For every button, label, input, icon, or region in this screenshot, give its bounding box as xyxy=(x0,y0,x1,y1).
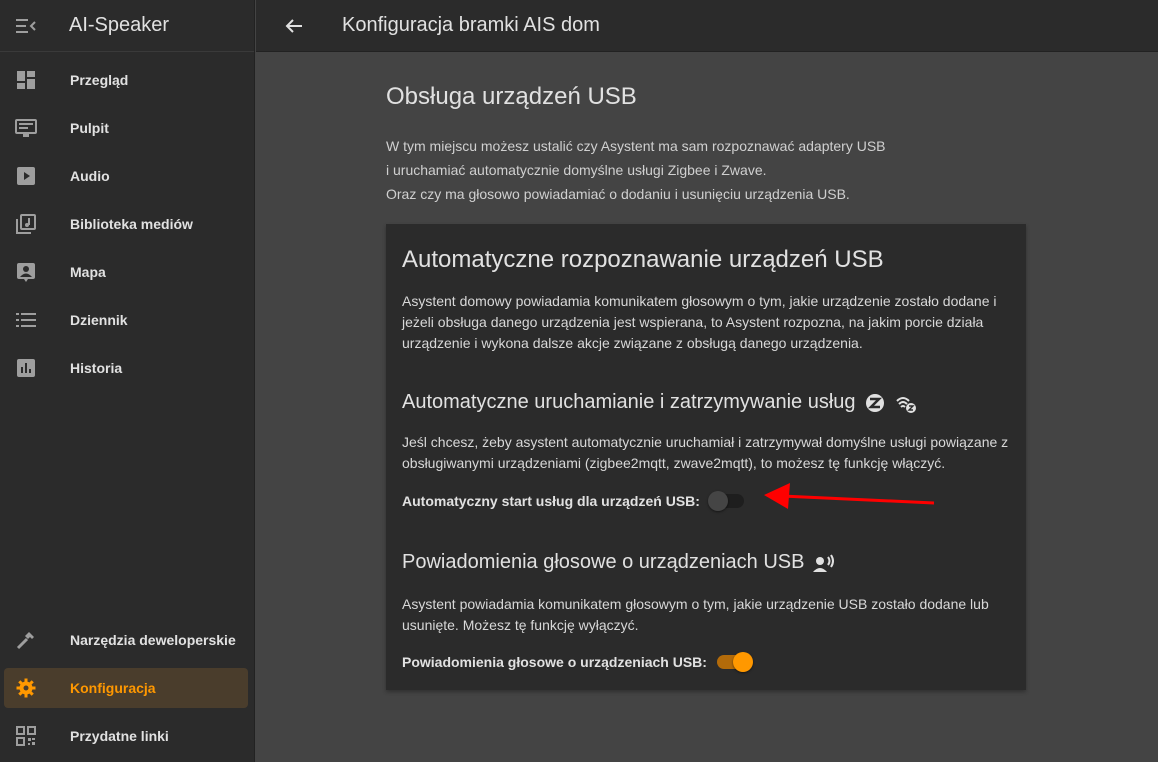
sidebar-header: AI-Speaker xyxy=(0,0,254,52)
auto-start-switch[interactable] xyxy=(707,491,746,511)
section-title-voice-notifications: Powiadomienia głosowe o urządzeniach USB xyxy=(402,551,836,574)
section-text-auto-services: Jeśl chcesz, żeby asystent automatycznie… xyxy=(402,434,1009,471)
arrow-left-icon xyxy=(285,18,302,33)
settings-card: Automatyczne rozpoznawanie urządzeń USB … xyxy=(386,224,1026,690)
sidebar-item-historia[interactable]: Historia xyxy=(4,348,248,388)
intro-line: i uruchamiać automatycznie domyślne usłu… xyxy=(386,162,767,178)
monitor-icon xyxy=(4,108,48,148)
sidebar-item-label: Narzędzia deweloperskie xyxy=(70,632,236,648)
hammer-icon xyxy=(4,620,48,660)
intro-line: Oraz czy ma głosowo powiadamiać o dodani… xyxy=(386,186,850,202)
chart-box-icon xyxy=(4,348,48,388)
sidebar-item-narzedzia-deweloperskie[interactable]: Narzędzia deweloperskie xyxy=(4,620,248,660)
gear-icon xyxy=(4,668,48,708)
sidebar-item-label: Dziennik xyxy=(70,312,128,328)
sidebar-item-label: Przydatne linki xyxy=(70,728,169,744)
voice-notifications-switch-label: Powiadomienia głosowe o urządzeniach USB… xyxy=(402,654,707,670)
format-list-icon xyxy=(4,300,48,340)
section-title-text: Powiadomienia głosowe o urządzeniach USB xyxy=(402,551,805,573)
switch-thumb xyxy=(707,491,728,511)
card-description: Asystent domowy powiadamia komunikatem g… xyxy=(402,293,997,351)
page-title: Obsługa urządzeń USB xyxy=(386,83,637,110)
qrcode-icon xyxy=(4,716,48,756)
card-title: Automatyczne rozpoznawanie urządzeń USB xyxy=(402,246,884,273)
annotation-arrow xyxy=(764,483,935,509)
section-text-voice-notifications: Asystent powiadamia komunikatem głosowym… xyxy=(402,596,989,633)
sidebar-item-label: Przegląd xyxy=(70,72,129,88)
voice-notifications-setting-row: Powiadomienia głosowe o urządzeniach USB… xyxy=(402,652,753,672)
account-box-icon xyxy=(4,252,48,292)
sidebar-item-label: Historia xyxy=(70,360,123,376)
sidebar-item-pulpit[interactable]: Pulpit xyxy=(4,108,248,148)
back-button[interactable] xyxy=(274,6,314,46)
voice-notifications-switch[interactable] xyxy=(715,652,753,672)
sidebar-item-przeglad[interactable]: Przegląd xyxy=(4,60,248,100)
sidebar-item-label: Audio xyxy=(70,168,110,184)
sidebar-item-konfiguracja[interactable]: Konfiguracja xyxy=(4,668,248,708)
sidebar-item-mapa[interactable]: Mapa xyxy=(4,252,248,292)
page-header-title: Konfiguracja bramki AIS dom xyxy=(342,14,600,36)
intro-line: W tym miejscu możesz ustalić czy Asysten… xyxy=(386,138,886,154)
account-voice-icon xyxy=(812,553,836,573)
menu-collapse-icon xyxy=(16,18,36,33)
music-library-icon xyxy=(4,204,48,244)
app-title: AI-Speaker xyxy=(69,14,170,36)
dashboard-icon xyxy=(4,60,48,100)
auto-start-switch-label: Automatyczny start usług dla urządzeń US… xyxy=(402,493,700,509)
zwave-icon xyxy=(894,392,918,414)
intro-text: W tym miejscu możesz ustalić czy Asysten… xyxy=(386,134,946,206)
play-box-icon xyxy=(4,156,48,196)
sidebar-item-label: Pulpit xyxy=(70,120,109,136)
zigbee-icon xyxy=(864,392,886,414)
switch-thumb xyxy=(732,652,753,672)
top-app-bar: Konfiguracja bramki AIS dom xyxy=(256,0,1158,52)
sidebar-item-biblioteka-mediow[interactable]: Biblioteka mediów xyxy=(4,204,248,244)
sidebar: AI-Speaker Przegląd Pulpit Audio Bibliot… xyxy=(0,0,255,762)
auto-start-setting-row: Automatyczny start usług dla urządzeń US… xyxy=(402,491,746,511)
section-title-auto-services: Automatyczne uruchamianie i zatrzymywani… xyxy=(402,391,918,414)
sidebar-item-label: Biblioteka mediów xyxy=(70,216,193,232)
section-title-text: Automatyczne uruchamianie i zatrzymywani… xyxy=(402,391,856,413)
sidebar-item-label: Mapa xyxy=(70,264,106,280)
sidebar-item-dziennik[interactable]: Dziennik xyxy=(4,300,248,340)
sidebar-item-przydatne-linki[interactable]: Przydatne linki xyxy=(4,716,248,756)
menu-toggle-button[interactable] xyxy=(0,0,52,52)
sidebar-item-label: Konfiguracja xyxy=(70,680,156,696)
sidebar-item-audio[interactable]: Audio xyxy=(4,156,248,196)
